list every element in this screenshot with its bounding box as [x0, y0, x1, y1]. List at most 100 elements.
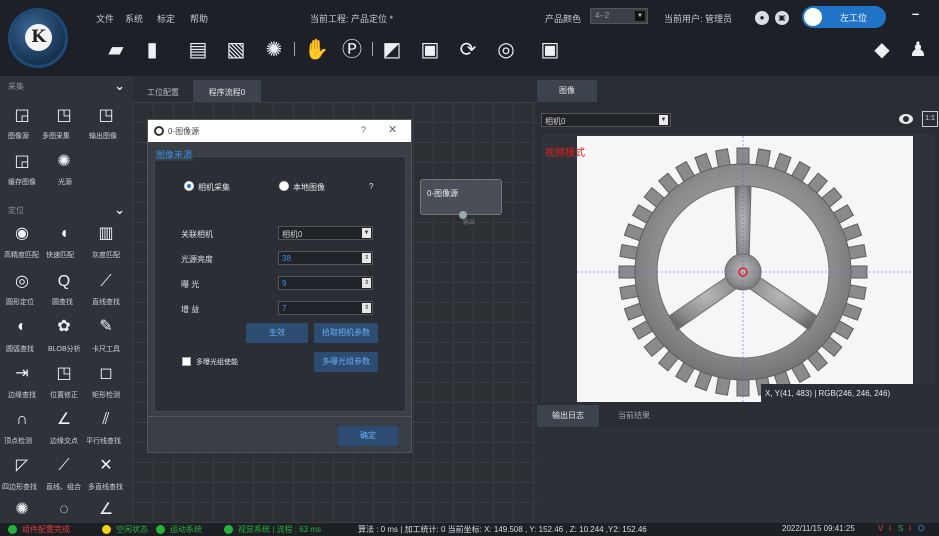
image-source-icon[interactable]: ◲ [12, 106, 32, 126]
tool-label[interactable]: 直线查找 [92, 297, 120, 307]
arc-find-icon[interactable]: ◐ [12, 317, 32, 337]
line-find-icon[interactable]: ⟋ [96, 272, 116, 292]
eye-icon[interactable] [899, 114, 913, 124]
confirm-button[interactable]: 确定 [338, 426, 398, 446]
product-color-select[interactable]: 4--2 ▼ [590, 8, 648, 24]
tool-label[interactable]: BLOB分析 [48, 344, 81, 354]
edge-intersect-icon[interactable]: ∠ [54, 410, 74, 430]
tool-label[interactable]: 输出图像 [89, 131, 117, 141]
tool-label[interactable]: 多直线查找 [88, 482, 123, 492]
close-button[interactable]: ✕ [388, 123, 397, 136]
tab-image[interactable]: 图像 [537, 80, 597, 102]
new-file-icon[interactable]: ▮ [140, 38, 164, 62]
minimize-button[interactable]: – [912, 6, 919, 21]
spin-arrows-icon[interactable]: ⇕ [362, 278, 371, 288]
cache-image-icon[interactable]: ◲ [12, 152, 32, 172]
log-output-area[interactable] [537, 427, 939, 523]
spin-arrows-icon[interactable]: ⇕ [362, 303, 371, 313]
precision-match-icon[interactable]: ◉ [12, 224, 32, 244]
tool-label[interactable]: 边缘查找 [8, 390, 36, 400]
gain-spinbox[interactable]: 7 ⇕ [278, 301, 373, 315]
tool-label[interactable]: 多图采集 [42, 131, 70, 141]
plc-p-icon[interactable]: Ⓟ [340, 38, 364, 62]
caliper-icon[interactable]: ✎ [96, 317, 116, 337]
source-help-icon[interactable]: ? [369, 182, 373, 191]
tool-label[interactable]: 圆形定位 [6, 297, 34, 307]
menu-system[interactable]: 系统 [125, 12, 143, 25]
fast-match-icon[interactable]: ◖ [54, 224, 74, 244]
camera-view-icon[interactable]: ◎ [494, 38, 518, 62]
alarm-warning-icon[interactable]: ◆ [870, 38, 894, 62]
tool-label[interactable]: 平行线查找 [86, 436, 121, 446]
multi-line-icon[interactable]: ✕ [96, 456, 116, 476]
parallel-line-icon[interactable]: ⫽ [96, 410, 116, 430]
tool-label[interactable]: 缓存图像 [8, 177, 36, 187]
tool-label[interactable]: 图像源 [8, 131, 29, 141]
exposure-spinbox[interactable]: 9 ⇕ [278, 276, 373, 290]
station-toggle[interactable]: 左工位 [802, 6, 886, 28]
tool-label[interactable]: 圆查找 [52, 297, 73, 307]
tool-label[interactable]: 高精度匹配 [4, 250, 39, 260]
settings-gear-icon[interactable]: ✺ [262, 38, 286, 62]
brightness-spinbox[interactable]: 38 ⇕ [278, 251, 373, 265]
edge-find-icon[interactable]: ⇥ [12, 364, 32, 384]
camera-select[interactable]: 相机0 ▼ [278, 226, 373, 240]
actual-size-button[interactable]: 1:1 [922, 111, 938, 127]
multi-exposure-label[interactable]: 多曝光组使能 [196, 357, 238, 367]
lock-icon[interactable]: ▣ [775, 11, 789, 25]
blob-analysis-icon[interactable]: ✿ [54, 317, 74, 337]
light-source-icon[interactable]: ✺ [54, 152, 74, 172]
tab-station-config[interactable]: 工位配置 [133, 80, 193, 102]
user-settings-icon[interactable]: ♟ [906, 38, 930, 62]
help-button[interactable]: ? [361, 125, 366, 135]
section-locate-header[interactable]: 定位 ⌄ [0, 200, 133, 220]
refresh-cycle-icon[interactable]: ⟳ [456, 38, 480, 62]
section-acquire-header[interactable]: 采集 ⌄ [0, 76, 133, 96]
chart-monitor-icon[interactable]: ◩ [380, 38, 404, 62]
hand-stop-icon[interactable]: ✋ [304, 38, 329, 62]
calibration-icon[interactable]: ▣ [418, 38, 442, 62]
open-folder-icon[interactable]: ▰ [104, 38, 128, 62]
tool-label[interactable]: 矩形检测 [92, 390, 120, 400]
dialog-title-bar[interactable]: 0-图像源 ? ✕ [148, 120, 411, 142]
flow-node-image-source[interactable]: 0-图像源 输出 [420, 179, 502, 226]
spin-arrows-icon[interactable]: ⇕ [362, 253, 371, 263]
rect-detect-icon[interactable]: ◻ [96, 364, 116, 384]
angle-tool-icon[interactable]: ∠ [96, 500, 116, 520]
tab-output-log[interactable]: 输出日志 [537, 405, 599, 427]
radio-local-label[interactable]: 本地图像 [293, 182, 325, 193]
tool-label[interactable]: 位置修正 [50, 390, 78, 400]
rotate-tool-icon[interactable]: ◌ [54, 500, 74, 520]
line-combine-icon[interactable]: ⟋ [54, 456, 74, 476]
gear-tool-icon[interactable]: ✺ [12, 500, 32, 520]
radio-local-image[interactable] [279, 181, 289, 191]
tool-label[interactable]: 卡尺工具 [92, 344, 120, 354]
menu-help[interactable]: 帮助 [190, 12, 208, 25]
save-icon[interactable]: ▤ [186, 38, 210, 62]
monitor-display-icon[interactable]: ▣ [538, 38, 562, 62]
tab-current-result[interactable]: 当前结果 [599, 405, 669, 427]
user-icon[interactable]: ● [755, 11, 769, 25]
fetch-camera-params-button[interactable]: 拾取相机参数 [314, 323, 378, 343]
quad-find-icon[interactable]: ◸ [12, 456, 32, 476]
menu-calibrate[interactable]: 标定 [157, 12, 175, 25]
multi-image-icon[interactable]: ◳ [54, 106, 74, 126]
tool-label[interactable]: 圆弧查找 [6, 344, 34, 354]
vertex-detect-icon[interactable]: ∩ [12, 410, 32, 430]
gray-match-icon[interactable]: ▥ [96, 224, 116, 244]
multi-exposure-checkbox[interactable] [182, 357, 191, 366]
circle-locate-icon[interactable]: ◎ [12, 272, 32, 292]
output-image-icon[interactable]: ◳ [96, 106, 116, 126]
tool-label[interactable]: 快速匹配 [46, 250, 74, 260]
position-correct-icon[interactable]: ◳ [54, 364, 74, 384]
radio-camera-capture[interactable] [184, 181, 194, 191]
tool-label[interactable]: 灰度匹配 [92, 250, 120, 260]
tool-label[interactable]: 顶点检测 [4, 436, 32, 446]
image-camera-select[interactable]: 相机0 ▼ [541, 113, 671, 127]
image-viewer[interactable]: 视频模式 X, Y(41, 483) | RGB(246, 246, 246) [541, 134, 935, 402]
save-as-icon[interactable]: ▧ [224, 38, 248, 62]
radio-camera-label[interactable]: 相机采集 [198, 182, 230, 193]
tool-label[interactable]: 边缘交点 [50, 436, 78, 446]
tab-program-flow[interactable]: 程序流程0 [193, 80, 261, 102]
apply-button[interactable]: 生效 [246, 323, 308, 343]
